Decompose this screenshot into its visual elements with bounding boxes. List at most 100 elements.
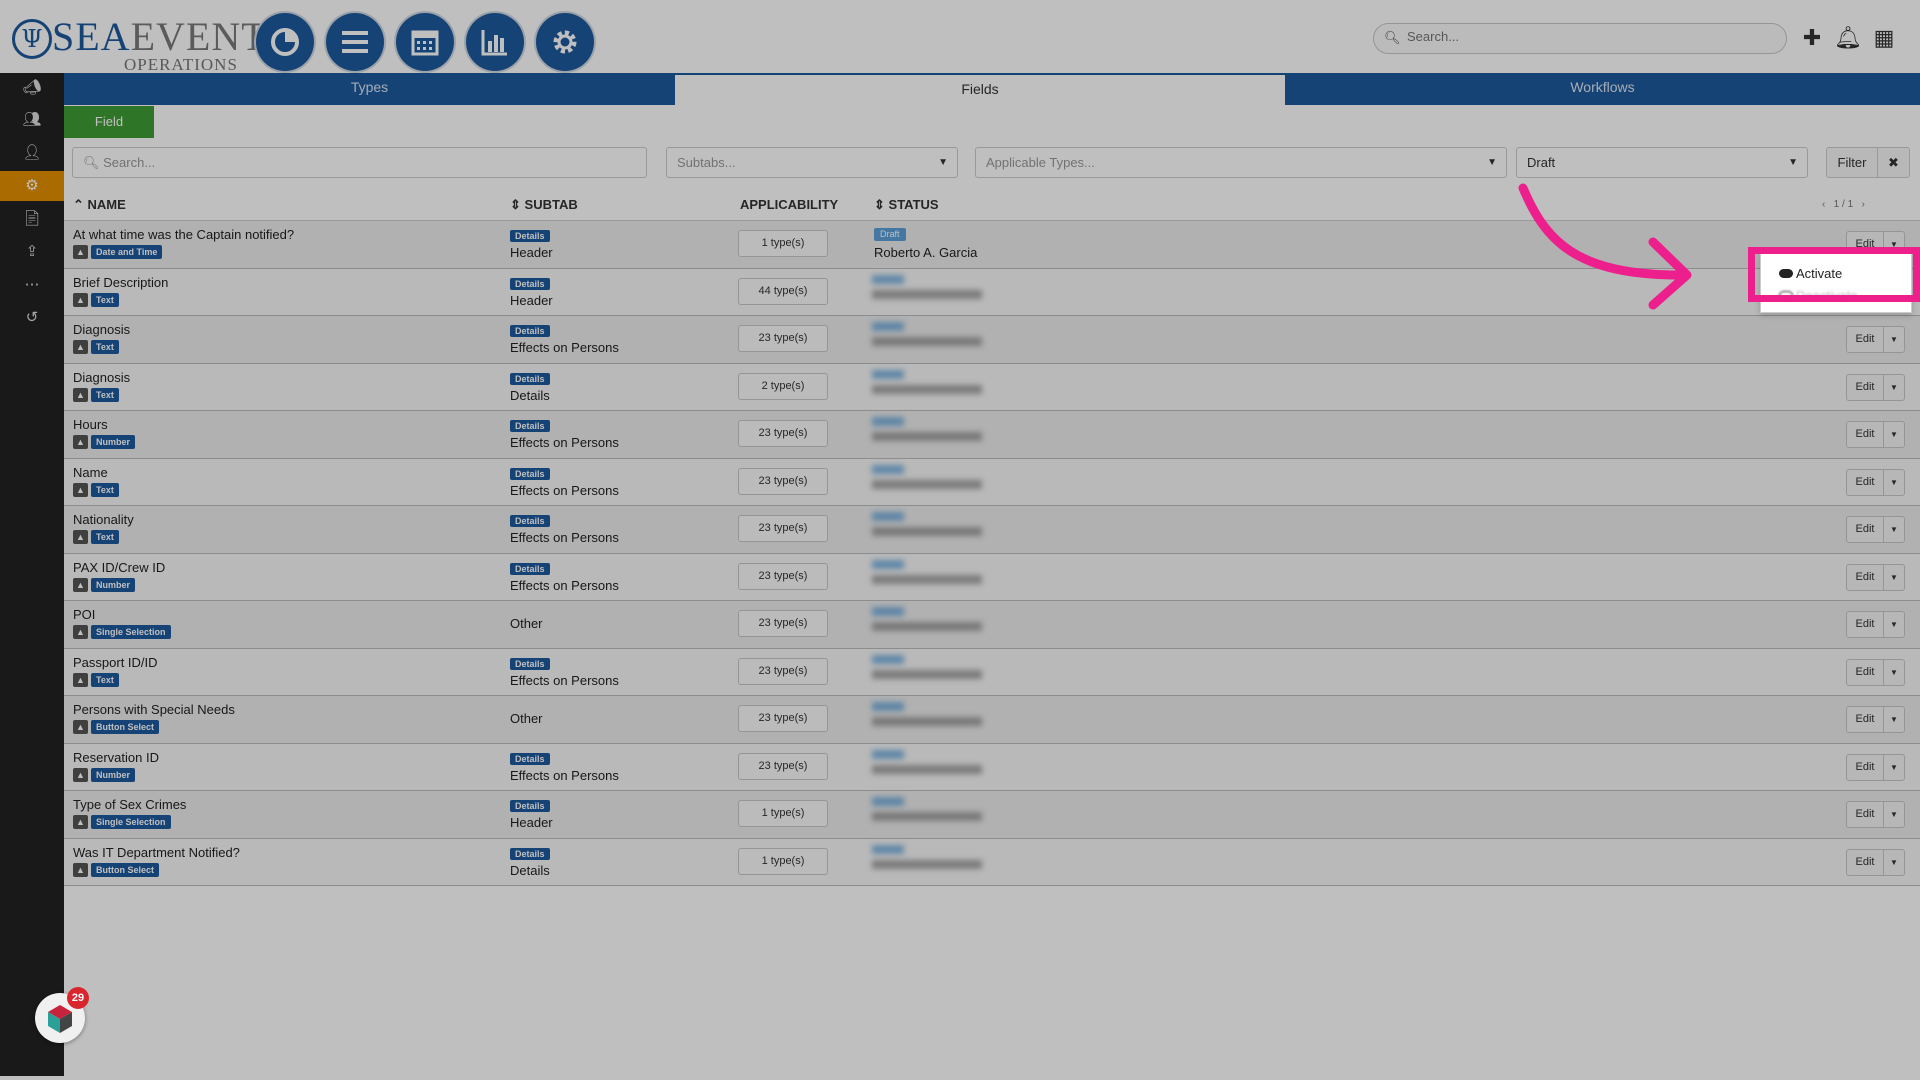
help-widget[interactable]: 29 <box>35 987 89 1043</box>
edit-dropdown-toggle[interactable]: ▼ <box>1883 848 1905 876</box>
megaphone-icon[interactable]: 📣︎ <box>0 73 64 103</box>
field-name[interactable]: Was IT Department Notified? <box>73 845 240 860</box>
field-name[interactable]: Hours <box>73 417 108 432</box>
sidebar: 📣︎ 👥︎ 👤︎ ⚙ 📄︎ ⇪ ⋯ ↺ <box>0 73 64 1076</box>
status-blurred <box>872 654 992 691</box>
table-row: Persons with Special Needs ▲ Button Select… <box>64 696 1920 744</box>
edit-button[interactable]: Edit <box>1846 468 1884 496</box>
clear-filter-button[interactable]: ✖ <box>1877 147 1910 178</box>
subtab-name: Details <box>510 862 550 878</box>
status-select[interactable]: Draft ▼ <box>1516 147 1808 178</box>
reports-button[interactable] <box>466 13 524 71</box>
tab-types[interactable]: Types <box>64 73 675 105</box>
applicability-button[interactable]: 23 type(s) <box>738 610 828 637</box>
upload-icon[interactable]: ⇪ <box>0 237 64 267</box>
dashboard-button[interactable] <box>256 13 314 71</box>
bell-icon[interactable]: 🔔︎ <box>1834 25 1862 51</box>
field-search-input[interactable]: 🔍︎ Search... <box>72 147 647 178</box>
global-search-input[interactable] <box>1407 29 1767 44</box>
field-name[interactable]: Type of Sex Crimes <box>73 797 186 812</box>
cogs-icon[interactable]: ⚙ <box>0 171 64 201</box>
edit-button[interactable]: Edit <box>1846 373 1884 401</box>
grid-icon[interactable]: ▦ <box>1871 25 1897 51</box>
edit-dropdown-toggle[interactable]: ▼ <box>1883 706 1905 733</box>
logo[interactable]: Ψ SEAEVENT OPERATIONS <box>12 15 266 74</box>
edit-button[interactable]: Edit <box>1846 658 1884 686</box>
field-name[interactable]: Nationality <box>73 512 134 527</box>
edit-dropdown-toggle[interactable]: ▼ <box>1883 801 1905 828</box>
subtabs-select[interactable]: Subtabs... ▼ <box>666 147 958 178</box>
document-icon[interactable]: 📄︎ <box>0 204 64 234</box>
field-name[interactable]: Name <box>73 465 108 480</box>
chevron-down-icon: ▼ <box>1487 157 1497 168</box>
applicability-button[interactable]: 23 type(s) <box>738 657 828 685</box>
chevron-down-icon: ▼ <box>1890 572 1898 582</box>
edit-button[interactable]: Edit <box>1846 326 1884 353</box>
applicability-button[interactable]: 23 type(s) <box>738 705 828 732</box>
field-name[interactable]: Persons with Special Needs <box>73 702 235 717</box>
brand-sub: OPERATIONS <box>124 55 238 74</box>
field-name[interactable]: Reservation ID <box>73 750 159 765</box>
edit-dropdown-toggle[interactable]: ▼ <box>1883 516 1905 543</box>
applicable-types-select[interactable]: Applicable Types... ▼ <box>975 147 1507 178</box>
edit-button[interactable]: Edit <box>1846 516 1884 543</box>
edit-dropdown-toggle[interactable]: ▼ <box>1883 753 1905 781</box>
edit-dropdown-toggle[interactable]: ▼ <box>1883 563 1905 591</box>
chevron-down-icon: ▼ <box>1890 382 1898 392</box>
global-search[interactable]: 🔍︎ <box>1373 23 1787 54</box>
applicability-button[interactable]: 23 type(s) <box>738 515 828 542</box>
edit-button[interactable]: Edit <box>1846 706 1884 733</box>
applicability-button[interactable]: 1 type(s) <box>738 800 828 827</box>
lock-icon: ▲ <box>73 245 88 259</box>
status-blurred <box>872 844 992 881</box>
settings-button[interactable] <box>536 13 594 71</box>
field-name[interactable]: Diagnosis <box>73 322 130 337</box>
edit-dropdown-toggle[interactable]: ▼ <box>1883 373 1905 401</box>
applicability-button[interactable]: 2 type(s) <box>738 372 828 400</box>
edit-button[interactable]: Edit <box>1846 753 1884 781</box>
field-name[interactable]: Diagnosis <box>73 370 130 385</box>
field-name[interactable]: POI <box>73 607 95 622</box>
edit-button[interactable]: Edit <box>1846 563 1884 591</box>
field-name[interactable]: PAX ID/Crew ID <box>73 560 165 575</box>
app-root: Ψ SEAEVENT OPERATIONS 🔍︎ ✚ 🔔︎ ▦ 📣︎ 👥︎ <box>0 0 1920 1080</box>
add-icon[interactable]: ✚ <box>1799 25 1825 51</box>
applicability-button[interactable]: 23 type(s) <box>738 325 828 352</box>
users-icon[interactable]: 👥︎ <box>0 105 64 135</box>
status-owner: Roberto A. Garcia <box>874 245 978 260</box>
status-blurred <box>872 464 992 501</box>
edit-button[interactable]: Edit <box>1846 421 1884 448</box>
edit-dropdown-toggle[interactable]: ▼ <box>1883 326 1905 353</box>
edit-button[interactable]: Edit <box>1846 611 1884 638</box>
more-icon[interactable]: ⋯ <box>0 270 64 300</box>
edit-dropdown-toggle[interactable]: ▼ <box>1883 421 1905 448</box>
list-button[interactable] <box>326 13 384 71</box>
filter-button[interactable]: Filter <box>1826 147 1878 178</box>
edit-dropdown-toggle[interactable]: ▼ <box>1883 468 1905 496</box>
applicability-button[interactable]: 23 type(s) <box>738 420 828 447</box>
tab-fields[interactable]: Fields <box>675 73 1285 105</box>
field-name[interactable]: Passport ID/ID <box>73 655 158 670</box>
field-type-badge: Number <box>91 435 136 449</box>
edit-dropdown-toggle[interactable]: ▼ <box>1883 658 1905 686</box>
tab-workflows[interactable]: Workflows <box>1285 73 1920 105</box>
edit-button[interactable]: Edit <box>1846 848 1884 876</box>
edit-dropdown-toggle[interactable]: ▼ <box>1883 611 1905 638</box>
history-icon[interactable]: ↺ <box>0 303 64 333</box>
column-name[interactable]: ⌃ NAME <box>73 189 126 221</box>
person-icon[interactable]: 👤︎ <box>0 138 64 168</box>
applicability-button[interactable]: 23 type(s) <box>738 562 828 590</box>
applicability-button[interactable]: 23 type(s) <box>738 467 828 495</box>
applicability-button[interactable]: 44 type(s) <box>738 277 828 305</box>
column-subtab[interactable]: ⇕ SUBTAB <box>510 189 578 221</box>
field-name[interactable]: Brief Description <box>73 275 168 290</box>
add-field-button[interactable]: Field <box>64 106 154 138</box>
applicability-button[interactable]: 23 type(s) <box>738 752 828 780</box>
applicability-button[interactable]: 1 type(s) <box>738 847 828 875</box>
edit-button[interactable]: Edit <box>1846 801 1884 828</box>
pagination[interactable]: ‹ 1 / 1 › <box>1822 195 1865 215</box>
applicability-button[interactable]: 1 type(s) <box>738 230 828 257</box>
field-name[interactable]: At what time was the Captain notified? <box>73 227 294 242</box>
column-status[interactable]: ⇕ STATUS <box>874 189 939 221</box>
calendar-button[interactable] <box>396 13 454 71</box>
